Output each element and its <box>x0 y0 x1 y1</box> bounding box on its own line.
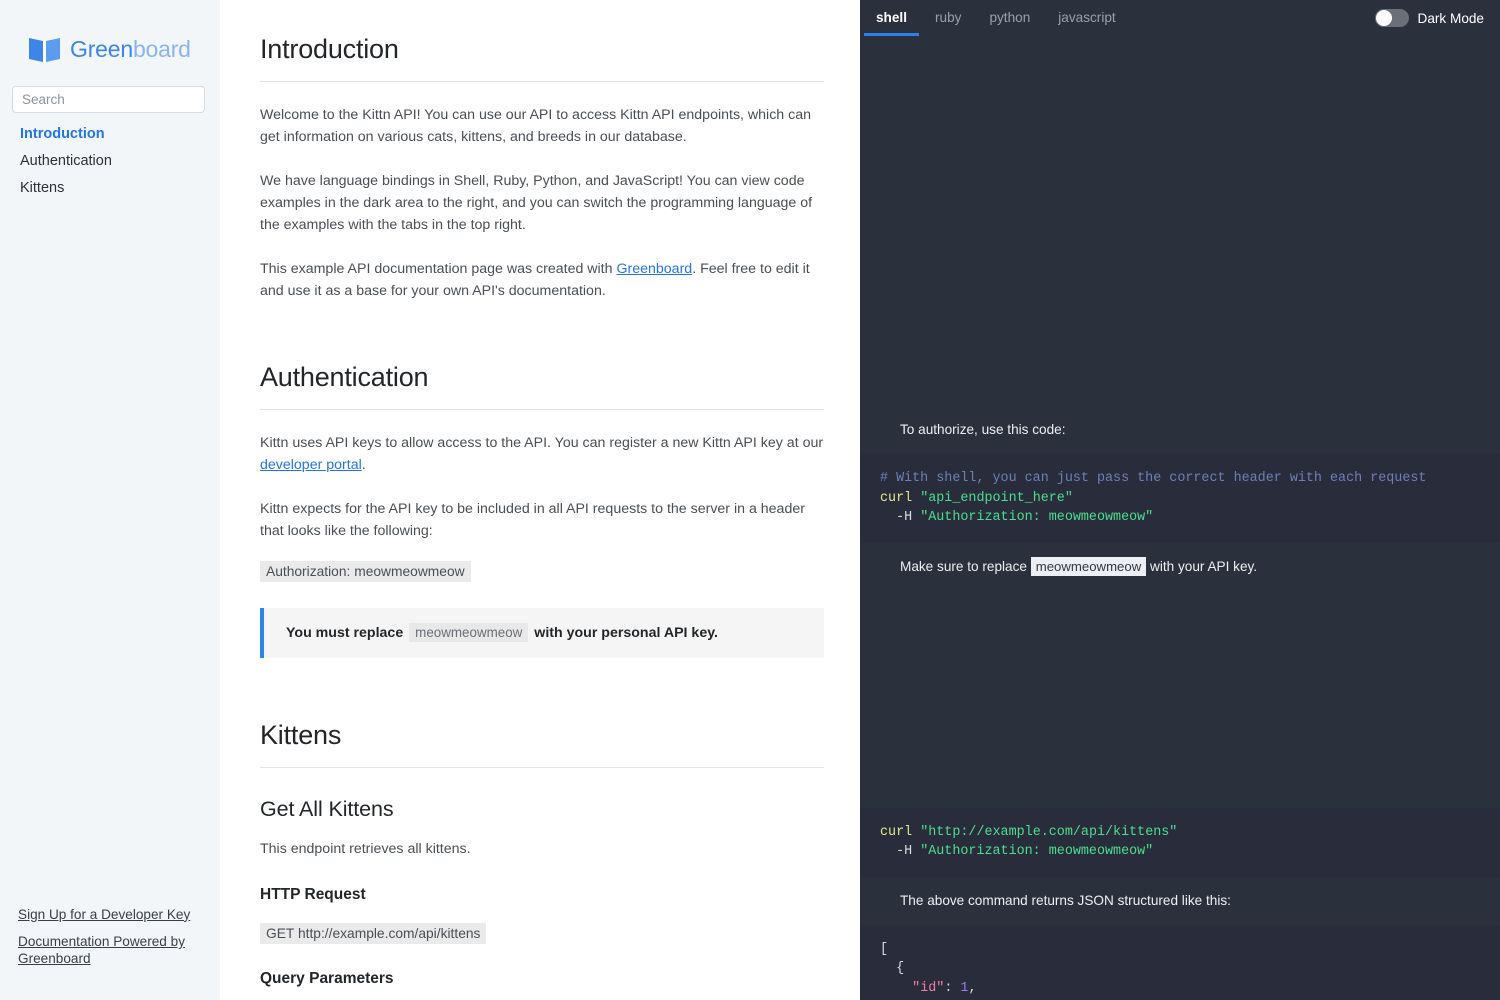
search-container <box>0 63 220 113</box>
code-command: curl <box>880 491 912 506</box>
note-text-before: You must replace <box>286 625 403 641</box>
open-book-icon <box>28 36 61 63</box>
auth-p1-after: . <box>362 457 366 473</box>
kittens-description: This endpoint retrieves all kittens. <box>260 838 824 860</box>
introduction-paragraph-2: We have language bindings in Shell, Ruby… <box>260 170 824 236</box>
json-brace-open: { <box>880 961 904 976</box>
code2-arg-url: "http://example.com/api/kittens" <box>920 825 1177 840</box>
annotation2-before: Make sure to replace <box>900 559 1027 574</box>
main-content: Introduction Welcome to the Kittn API! Y… <box>220 0 860 1000</box>
sign-up-developer-key-link[interactable]: Sign Up for a Developer Key <box>18 907 202 924</box>
code-panel: shell ruby python javascript Dark Mode T… <box>860 0 1500 1000</box>
code-comment: # With shell, you can just pass the corr… <box>880 471 1426 486</box>
powered-by-greenboard-link[interactable]: Documentation Powered by Greenboard <box>18 934 202 967</box>
tab-ruby[interactable]: ruby <box>921 0 975 36</box>
code-arg-endpoint: "api_endpoint_here" <box>920 491 1073 506</box>
annotation-authorize: To authorize, use this code: <box>860 406 1500 454</box>
heading-http-request: HTTP Request <box>260 886 824 904</box>
note-inline-code: meowmeowmeow <box>409 623 528 642</box>
code2-arg-auth: "Authorization: meowmeowmeow" <box>920 844 1153 859</box>
annotation2-inline-code: meowmeowmeow <box>1031 557 1147 576</box>
authentication-paragraph-1: Kittn uses API keys to allow access to t… <box>260 432 824 476</box>
code-panel-spacer-top <box>860 36 1500 406</box>
sidebar-nav: Introduction Authentication Kittens <box>0 113 220 202</box>
intro-p3-before: This example API documentation page was … <box>260 261 616 277</box>
code-block-get-kittens: curl "http://example.com/api/kittens" -H… <box>860 808 1500 877</box>
section-heading-kittens: Kittens <box>260 720 824 768</box>
authentication-paragraph-2: Kittn expects for the API key to be incl… <box>260 498 824 542</box>
introduction-paragraph-1: Welcome to the Kittn API! You can use ou… <box>260 104 824 148</box>
sidebar-item-kittens[interactable]: Kittens <box>0 175 220 202</box>
logo[interactable]: Greenboard <box>0 0 220 63</box>
greenboard-link[interactable]: Greenboard <box>616 261 692 277</box>
documentation-page: Greenboard Introduction Authentication K… <box>0 0 1500 1000</box>
sidebar-item-introduction[interactable]: Introduction <box>0 121 220 148</box>
tab-javascript[interactable]: javascript <box>1044 0 1129 36</box>
tab-shell[interactable]: shell <box>862 0 921 36</box>
dark-mode-toggle[interactable] <box>1375 9 1409 27</box>
note-text-after: with your personal API key. <box>534 625 718 641</box>
annotation2-after: with your API key. <box>1150 559 1257 574</box>
code-arg-auth: "Authorization: meowmeowmeow" <box>920 510 1153 525</box>
code-block-authorize: # With shell, you can just pass the corr… <box>860 454 1500 543</box>
annotation-returns-json: The above command returns JSON structure… <box>860 877 1500 925</box>
tab-python[interactable]: python <box>975 0 1044 36</box>
code-flag: -H <box>880 510 920 525</box>
code-panel-spacer-middle <box>860 591 1500 808</box>
sidebar: Greenboard Introduction Authentication K… <box>0 0 220 1000</box>
json-key-id: "id" <box>912 981 944 996</box>
sidebar-footer: Sign Up for a Developer Key Documentatio… <box>0 907 220 979</box>
dark-mode-control: Dark Mode <box>1375 0 1484 36</box>
section-heading-introduction: Introduction <box>260 34 824 82</box>
code2-flag: -H <box>880 844 920 859</box>
logo-text-secondary: board <box>133 36 191 62</box>
section-heading-authentication: Authentication <box>260 362 824 410</box>
developer-portal-link[interactable]: developer portal <box>260 457 362 473</box>
search-input[interactable] <box>12 86 205 113</box>
logo-text: Greenboard <box>70 38 191 61</box>
auth-p1-before: Kittn uses API keys to allow access to t… <box>260 435 823 451</box>
code2-command: curl <box>880 825 912 840</box>
language-tab-bar: shell ruby python javascript Dark Mode <box>860 0 1500 36</box>
sidebar-item-authentication[interactable]: Authentication <box>0 148 220 175</box>
json-bracket-open: [ <box>880 942 888 957</box>
code-block-json-response: [ { "id": 1, "name": "Fluffums" <box>860 925 1500 1000</box>
introduction-paragraph-3: This example API documentation page was … <box>260 258 824 302</box>
authorization-header-code: Authorization: meowmeowmeow <box>260 561 471 582</box>
logo-text-primary: Green <box>70 36 133 62</box>
authentication-note: You must replace meowmeowmeow with your … <box>260 608 824 658</box>
dark-mode-label: Dark Mode <box>1418 11 1484 26</box>
heading-query-parameters: Query Parameters <box>260 970 824 988</box>
subsection-heading-get-all-kittens: Get All Kittens <box>260 797 824 822</box>
annotation-replace-key: Make sure to replace meowmeowmeow with y… <box>860 543 1500 591</box>
http-request-code: GET http://example.com/api/kittens <box>260 923 486 944</box>
toggle-knob <box>1376 10 1392 26</box>
